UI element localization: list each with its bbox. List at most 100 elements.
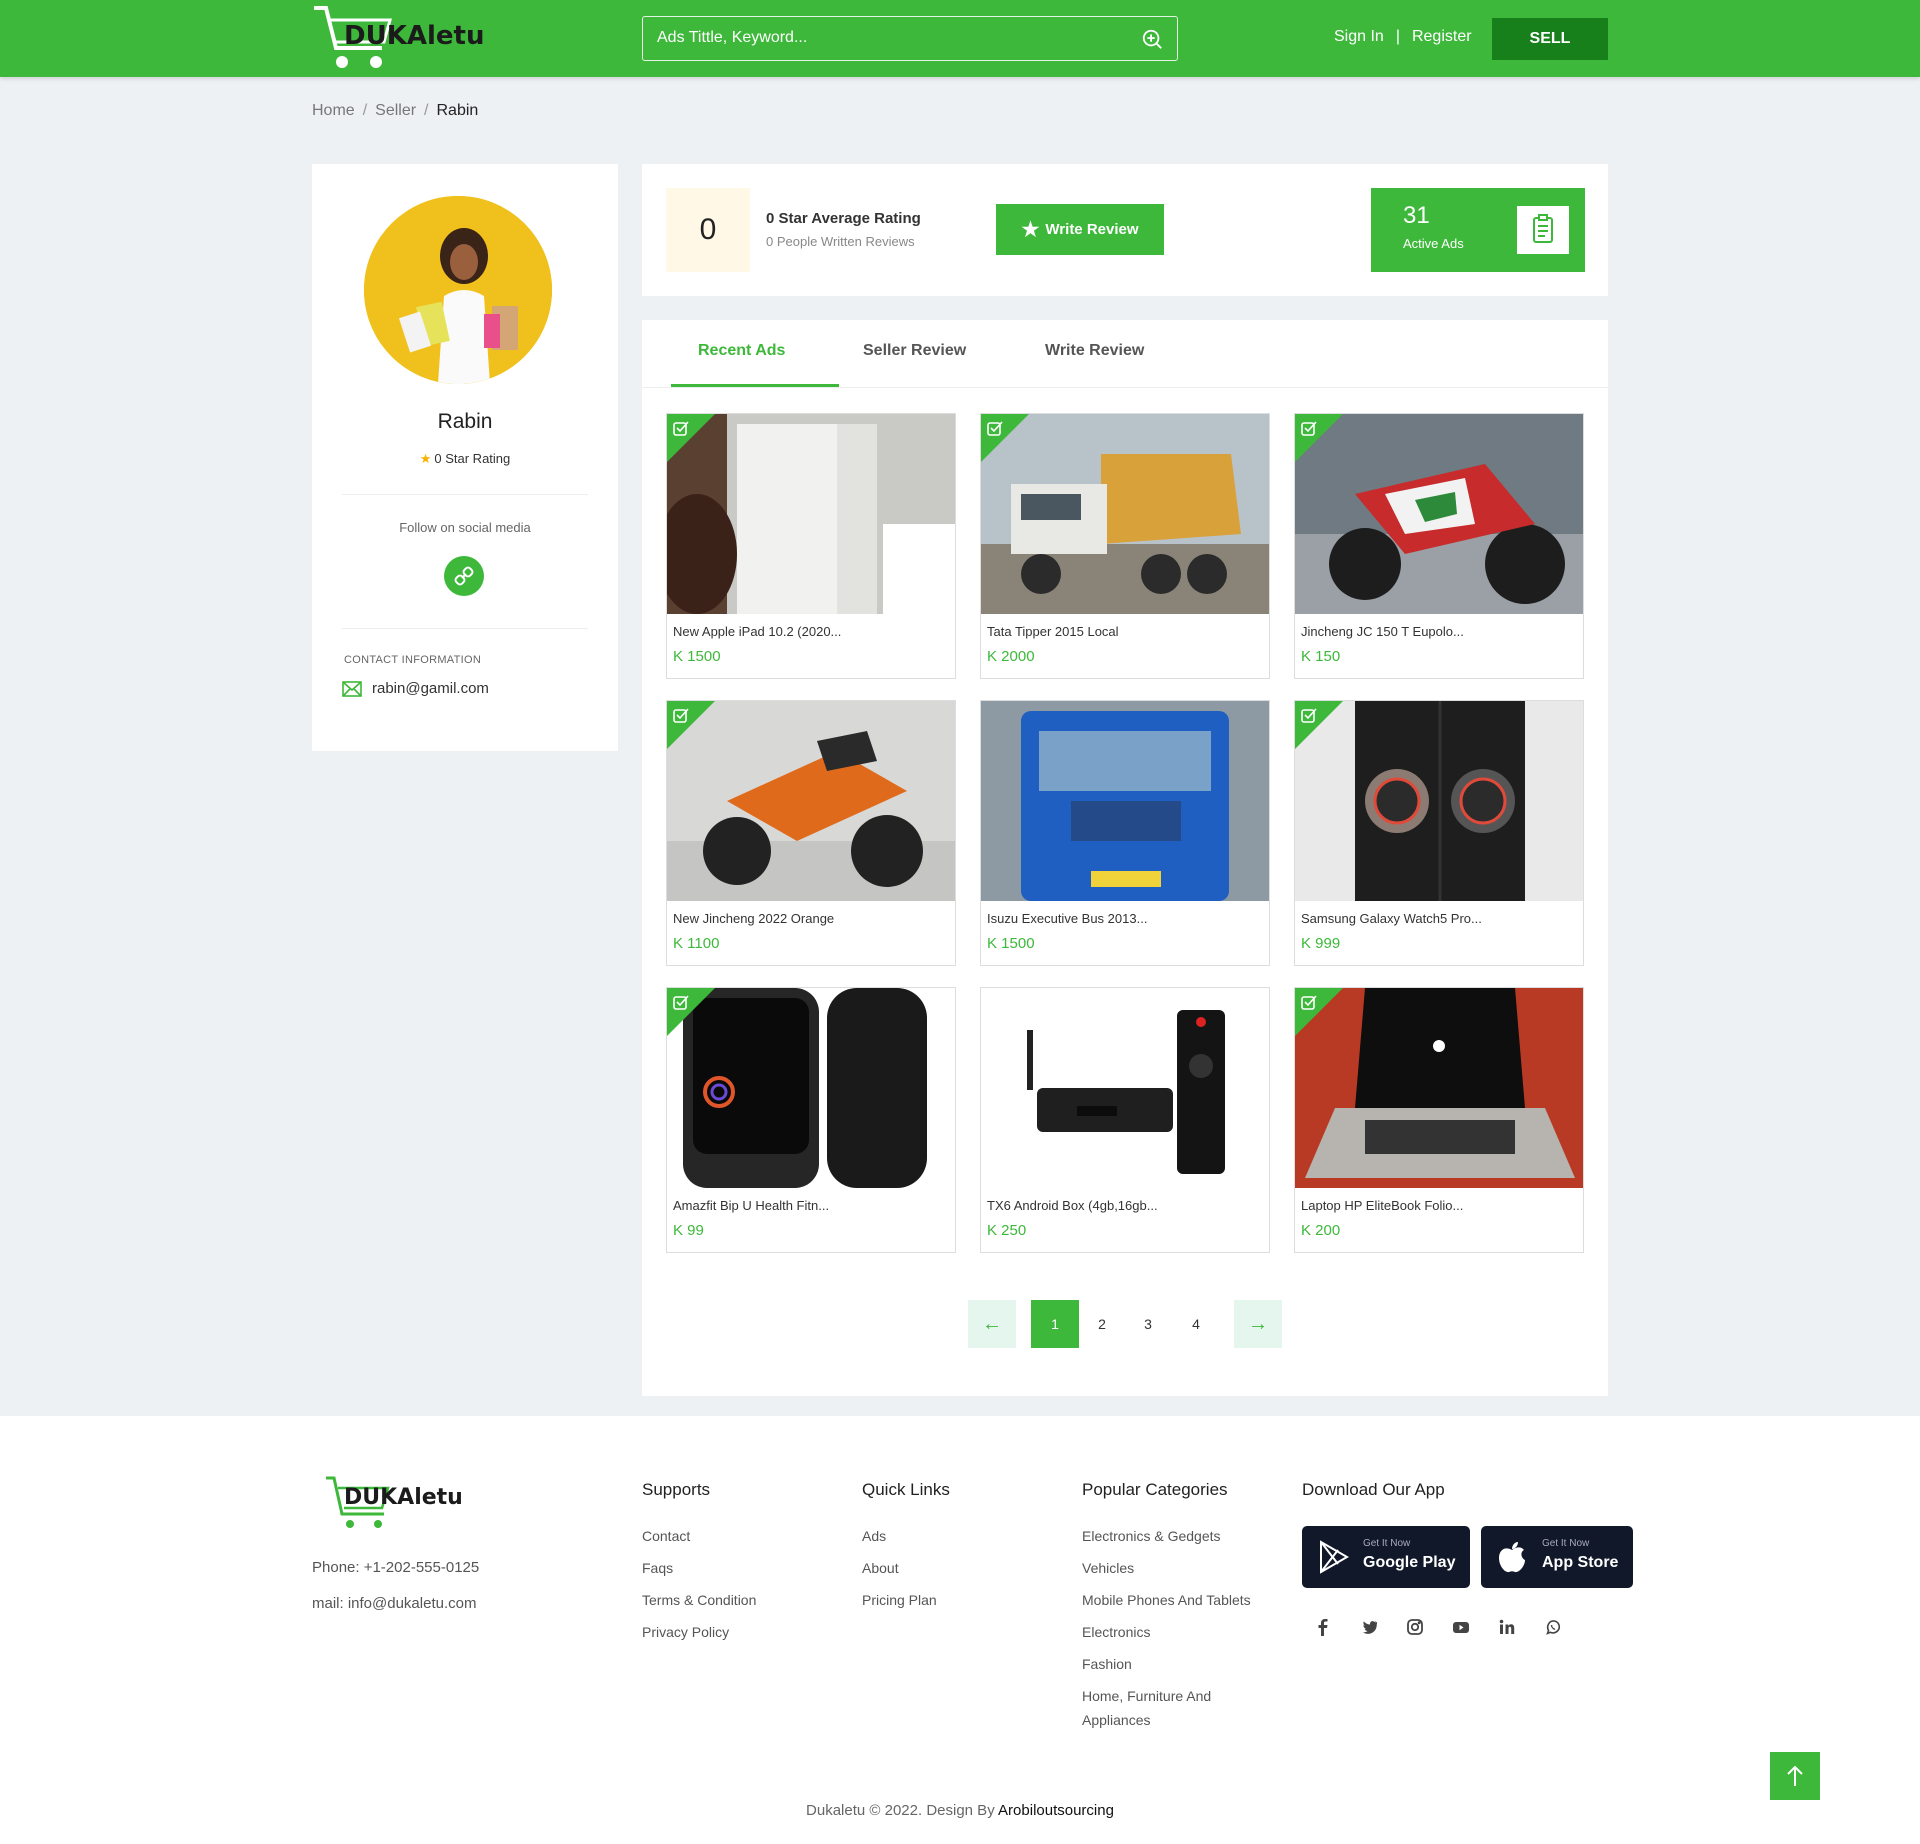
- contact-email-text: rabin@gamil.com: [372, 680, 489, 697]
- ad-price: K 1100: [673, 935, 720, 952]
- google-play-small: Get It Now: [1363, 1538, 1411, 1549]
- seller-stats-bar: 0 0 Star Average Rating 0 People Written…: [642, 164, 1608, 296]
- ad-image: [981, 988, 1269, 1188]
- ad-title: Tata Tipper 2015 Local: [987, 624, 1119, 639]
- facebook-icon[interactable]: [1310, 1614, 1336, 1640]
- breadcrumb-home[interactable]: Home: [312, 102, 355, 119]
- svg-text:DUKAletu: DUKAletu: [344, 21, 484, 51]
- top-header: DUKAletu Ads Tittle, Keyword... Sign In |…: [0, 0, 1920, 77]
- ad-card[interactable]: Laptop HP EliteBook Folio... K 200: [1294, 987, 1584, 1253]
- breadcrumb-current: Rabin: [436, 102, 479, 119]
- footer-link-terms[interactable]: Terms & Condition: [642, 1584, 842, 1616]
- star-icon: ★: [1021, 219, 1040, 241]
- footer-link-category[interactable]: Home, Furniture And Appliances: [1082, 1684, 1252, 1732]
- google-play-big: Google Play: [1363, 1554, 1456, 1571]
- twitter-icon[interactable]: [1356, 1614, 1382, 1640]
- copyright-brand-link[interactable]: Arobiloutsourcing: [998, 1802, 1114, 1819]
- tab-seller-review[interactable]: Seller Review: [863, 342, 966, 360]
- check-square-icon: [673, 708, 689, 723]
- footer-link-ads[interactable]: Ads: [862, 1520, 1062, 1552]
- ad-card[interactable]: Isuzu Executive Bus 2013... K 1500: [980, 700, 1270, 966]
- scroll-to-top-button[interactable]: [1770, 1752, 1820, 1800]
- tab-recent-ads[interactable]: Recent Ads: [698, 342, 785, 360]
- envelope-icon: [342, 681, 362, 697]
- next-page-button[interactable]: →: [1234, 1300, 1282, 1348]
- page-3-button[interactable]: 3: [1133, 1300, 1163, 1348]
- ad-card[interactable]: Jincheng JC 150 T Eupolo... K 150: [1294, 413, 1584, 679]
- footer-link-privacy[interactable]: Privacy Policy: [642, 1616, 842, 1648]
- check-square-icon: [1301, 708, 1317, 723]
- write-review-button[interactable]: ★ Write Review: [996, 204, 1164, 255]
- footer-quick-links-title: Quick Links: [862, 1480, 950, 1499]
- app-store-small: Get It Now: [1542, 1538, 1590, 1549]
- site-logo[interactable]: DUKAletu: [312, 4, 502, 74]
- footer-link-category[interactable]: Fashion: [1082, 1648, 1282, 1680]
- footer-logo[interactable]: DUKAletu: [324, 1474, 504, 1534]
- copyright: Dukaletu © 2022. Design By Arobiloutsour…: [0, 1802, 1920, 1819]
- ad-card[interactable]: New Apple iPad 10.2 (2020... K 1500: [666, 413, 956, 679]
- footer-supports: Supports Contact Faqs Terms & Condition …: [642, 1480, 842, 1648]
- footer-link-pricing[interactable]: Pricing Plan: [862, 1584, 1062, 1616]
- footer-link-faqs[interactable]: Faqs: [642, 1552, 842, 1584]
- ad-card[interactable]: New Jincheng 2022 Orange K 1100: [666, 700, 956, 966]
- footer-link-category[interactable]: Vehicles: [1082, 1552, 1282, 1584]
- ad-price: K 99: [673, 1222, 704, 1239]
- prev-page-button[interactable]: ←: [968, 1300, 1016, 1348]
- footer-categories-title: Popular Categories: [1082, 1480, 1228, 1499]
- footer-link-category[interactable]: Mobile Phones And Tablets: [1082, 1584, 1282, 1616]
- page-2-button[interactable]: 2: [1087, 1300, 1117, 1348]
- footer-link-category[interactable]: Electronics & Gedgets: [1082, 1520, 1282, 1552]
- star-icon: ★: [419, 451, 432, 466]
- ad-price: K 999: [1301, 935, 1341, 952]
- social-link-button[interactable]: [444, 556, 484, 596]
- google-play-button[interactable]: Get It Now Google Play: [1302, 1526, 1470, 1588]
- footer-link-category[interactable]: Electronics: [1082, 1616, 1282, 1648]
- tab-write-review[interactable]: Write Review: [1045, 342, 1144, 360]
- contact-info-label: CONTACT INFORMATION: [344, 654, 482, 666]
- average-rating-title: 0 Star Average Rating: [766, 210, 921, 227]
- register-link[interactable]: Register: [1412, 28, 1472, 46]
- linkedin-icon[interactable]: [1494, 1614, 1520, 1640]
- write-review-label: Write Review: [1045, 221, 1139, 238]
- footer-app-title: Download Our App: [1302, 1480, 1445, 1499]
- ad-title: Jincheng JC 150 T Eupolo...: [1301, 624, 1464, 639]
- ad-title: New Apple iPad 10.2 (2020...: [673, 624, 842, 639]
- contact-email[interactable]: rabin@gamil.com: [342, 680, 489, 697]
- check-square-icon: [673, 995, 689, 1010]
- app-store-big: App Store: [1542, 1554, 1619, 1571]
- instagram-icon[interactable]: [1402, 1614, 1428, 1640]
- ad-price: K 200: [1301, 1222, 1341, 1239]
- apple-icon: [1499, 1542, 1525, 1573]
- ad-price: K 150: [1301, 648, 1341, 665]
- search-box[interactable]: Ads Tittle, Keyword...: [642, 16, 1178, 61]
- ad-title: Isuzu Executive Bus 2013...: [987, 911, 1148, 926]
- average-rating-value: 0: [666, 188, 750, 272]
- whatsapp-icon[interactable]: [1540, 1614, 1566, 1640]
- ad-image: [981, 701, 1269, 901]
- page-1-button[interactable]: 1: [1031, 1300, 1079, 1348]
- link-icon: [454, 566, 474, 586]
- active-ads-label: Active Ads: [1403, 236, 1464, 251]
- sign-in-link[interactable]: Sign In: [1334, 28, 1384, 46]
- ad-card[interactable]: Tata Tipper 2015 Local K 2000: [980, 413, 1270, 679]
- breadcrumb-separator: /: [362, 102, 368, 119]
- breadcrumb-seller[interactable]: Seller: [375, 102, 416, 119]
- search-icon[interactable]: [1141, 28, 1163, 50]
- google-play-icon: [1320, 1540, 1350, 1574]
- active-ads-box: 31 Active Ads: [1371, 188, 1585, 272]
- footer-link-contact[interactable]: Contact: [642, 1520, 842, 1552]
- clipboard-icon: [1517, 206, 1569, 254]
- ad-card[interactable]: TX6 Android Box (4gb,16gb... K 250: [980, 987, 1270, 1253]
- tab-bar: Recent Ads Seller Review Write Review: [642, 320, 1608, 388]
- ad-title: New Jincheng 2022 Orange: [673, 911, 835, 926]
- search-input[interactable]: Ads Tittle, Keyword...: [657, 29, 807, 47]
- youtube-icon[interactable]: [1448, 1614, 1474, 1640]
- ad-title: TX6 Android Box (4gb,16gb...: [987, 1198, 1158, 1213]
- footer-link-about[interactable]: About: [862, 1552, 1062, 1584]
- app-store-button[interactable]: Get It Now App Store: [1481, 1526, 1633, 1588]
- page-4-button[interactable]: 4: [1181, 1300, 1211, 1348]
- ad-card[interactable]: Samsung Galaxy Watch5 Pro... K 999: [1294, 700, 1584, 966]
- ad-price: K 1500: [987, 935, 1035, 952]
- ad-card[interactable]: Amazfit Bip U Health Fitn... K 99: [666, 987, 956, 1253]
- sell-button[interactable]: SELL: [1492, 18, 1608, 60]
